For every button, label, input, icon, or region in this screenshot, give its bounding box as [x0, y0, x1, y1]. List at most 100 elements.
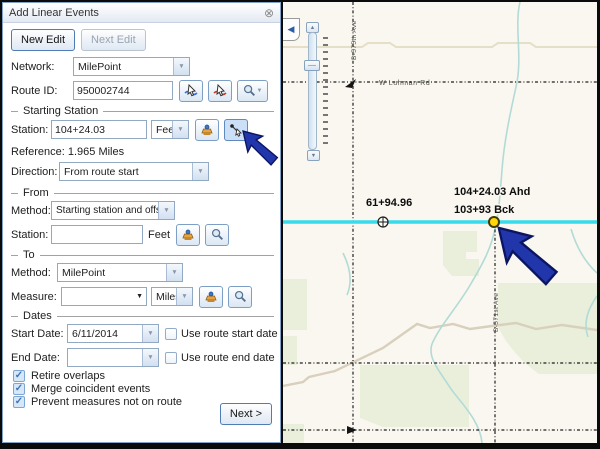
measure-label: Measure: [11, 291, 57, 303]
dropdown-arrow-glyph: ▼ [197, 168, 203, 175]
intersection-marker [347, 426, 357, 434]
end-date-value [68, 349, 142, 366]
from-station-unit: Feet [148, 229, 170, 241]
merge-coincident-checkbox[interactable]: ✓ [13, 383, 25, 395]
select-route-on-map-button[interactable] [179, 80, 203, 102]
slider-down-icon: ▼ [311, 153, 316, 159]
vegetation-patch [283, 336, 297, 365]
use-route-end-date-label: Use route end date [181, 352, 275, 364]
direction-value: From route start [60, 163, 192, 180]
direction-row: Direction: From route start ▼ [11, 161, 209, 182]
measure-unit-value: Miles [152, 288, 176, 305]
search-icon [243, 84, 256, 97]
station-unit-dropdown[interactable]: Feet ▼ [151, 120, 189, 139]
section-from: From [11, 187, 274, 199]
chevron-down-icon[interactable]: ▼ [173, 58, 189, 75]
prevent-measures-checkbox[interactable]: ✓ [13, 396, 25, 408]
use-route-start-date-checkbox[interactable] [165, 328, 177, 340]
station-measure-label: 61+94.96 [366, 197, 412, 209]
route-id-row: Route ID: ▼ [11, 80, 268, 101]
stream [571, 229, 597, 273]
from-legend: From [23, 187, 49, 199]
search-icon [211, 228, 224, 241]
zoom-slider-ticks [323, 38, 328, 143]
reference-row: Reference: 1.965 Miles [11, 146, 124, 158]
from-method-row: Method: Starting station and offset ▼ [11, 200, 175, 221]
check-icon: ✓ [15, 384, 23, 394]
dropdown-arrow-glyph: ▼ [171, 269, 177, 276]
cursor-station-icon [229, 123, 243, 137]
end-date-dropdown[interactable]: ▼ [67, 348, 159, 367]
merge-coincident-label: Merge coincident events [31, 383, 150, 395]
clear-route-selection-button[interactable] [208, 80, 232, 102]
measure-row: Measure: ▼ Miles ▼ [11, 286, 252, 307]
network-value: MilePoint [74, 58, 173, 75]
combo-arrow-icon[interactable]: ▼ [136, 293, 143, 300]
to-method-label: Method: [11, 267, 53, 279]
vegetation-patch [283, 279, 307, 330]
chevron-down-icon[interactable]: ▼ [192, 163, 208, 180]
station-input[interactable] [51, 120, 147, 139]
to-legend: To [23, 249, 35, 261]
dates-legend: Dates [23, 310, 52, 322]
map-canvas[interactable]: 61+94.96 104+24.03 Ahd 103+93 Bck W Luhm… [283, 2, 597, 443]
collapse-panel-tab[interactable]: ◀ [283, 18, 300, 41]
network-dropdown[interactable]: MilePoint ▼ [73, 57, 190, 76]
chevron-down-icon[interactable]: ▼ [142, 349, 158, 366]
start-date-dropdown[interactable]: 6/11/2014 ▼ [67, 324, 159, 343]
from-station-marker [378, 217, 389, 228]
check-icon: ✓ [15, 397, 23, 407]
measure-combo[interactable]: ▼ [61, 287, 147, 306]
prevent-measures-row: ✓ Prevent measures not on route [11, 395, 182, 408]
to-measure-tool-button[interactable] [199, 286, 223, 308]
zoom-slider-track[interactable] [308, 32, 317, 150]
search-icon [234, 290, 247, 303]
measure-puck-icon [200, 123, 214, 137]
measure-puck-icon [181, 228, 195, 242]
minor-road [283, 43, 597, 47]
zoom-slider-handle[interactable] [304, 60, 320, 71]
edit-buttons-row: New Edit Next Edit [11, 29, 146, 50]
close-icon[interactable]: ⊗ [264, 7, 274, 19]
chevron-down-icon[interactable]: ▼ [158, 202, 174, 219]
chevron-down-icon[interactable]: ▼ [176, 288, 192, 305]
from-measure-tool-button[interactable] [176, 224, 200, 246]
to-search-button[interactable] [228, 286, 252, 308]
network-row: Network: MilePoint ▼ [11, 56, 190, 77]
new-edit-button[interactable]: New Edit [11, 29, 75, 51]
end-date-row: End Date: ▼ Use route end date [11, 347, 275, 368]
add-linear-events-panel: Add Linear Events ⊗ New Edit Next Edit N… [2, 2, 281, 443]
measure-unit-dropdown[interactable]: Miles ▼ [151, 287, 193, 306]
dropdown-arrow-glyph: ▼ [163, 207, 169, 214]
collapse-arrow-icon: ◀ [288, 24, 295, 35]
chevron-down-icon[interactable]: ▼ [166, 264, 182, 281]
prevent-measures-label: Prevent measures not on route [31, 396, 182, 408]
from-station-input[interactable] [51, 225, 143, 244]
to-method-dropdown[interactable]: MilePoint ▼ [57, 263, 183, 282]
check-icon: ✓ [15, 371, 23, 381]
route-search-split-button[interactable]: ▼ [237, 80, 268, 102]
chevron-down-icon[interactable]: ▼ [172, 121, 188, 138]
direction-dropdown[interactable]: From route start ▼ [59, 162, 209, 181]
road-label-w-luhman: W Luhman Rd [379, 80, 430, 87]
selected-station-point[interactable] [489, 217, 499, 227]
route-id-input[interactable] [73, 81, 173, 100]
from-method-dropdown[interactable]: Starting station and offset ▼ [51, 201, 175, 220]
chevron-down-icon[interactable]: ▼ [142, 325, 158, 342]
slider-up-icon: ▲ [310, 25, 315, 31]
panel-title: Add Linear Events [9, 7, 264, 19]
zoom-out-button[interactable]: ▼ [307, 150, 320, 161]
road-label-b-575th: B-575th Ave [351, 20, 358, 60]
use-route-end-date-checkbox[interactable] [165, 352, 177, 364]
pick-station-on-map-button[interactable] [224, 119, 248, 141]
dropdown-arrow-glyph: ▼ [177, 126, 183, 133]
road-label-b-571st: B-571st Ave [493, 293, 500, 332]
retire-overlaps-checkbox[interactable]: ✓ [13, 370, 25, 382]
measure-tool-button[interactable] [195, 119, 219, 141]
to-method-value: MilePoint [58, 264, 166, 281]
from-search-button[interactable] [205, 224, 229, 246]
next-button[interactable]: Next > [220, 403, 272, 425]
station-unit-value: Feet [152, 121, 172, 138]
reference-text: Reference: 1.965 Miles [11, 146, 124, 158]
vegetation-patch [360, 365, 469, 427]
